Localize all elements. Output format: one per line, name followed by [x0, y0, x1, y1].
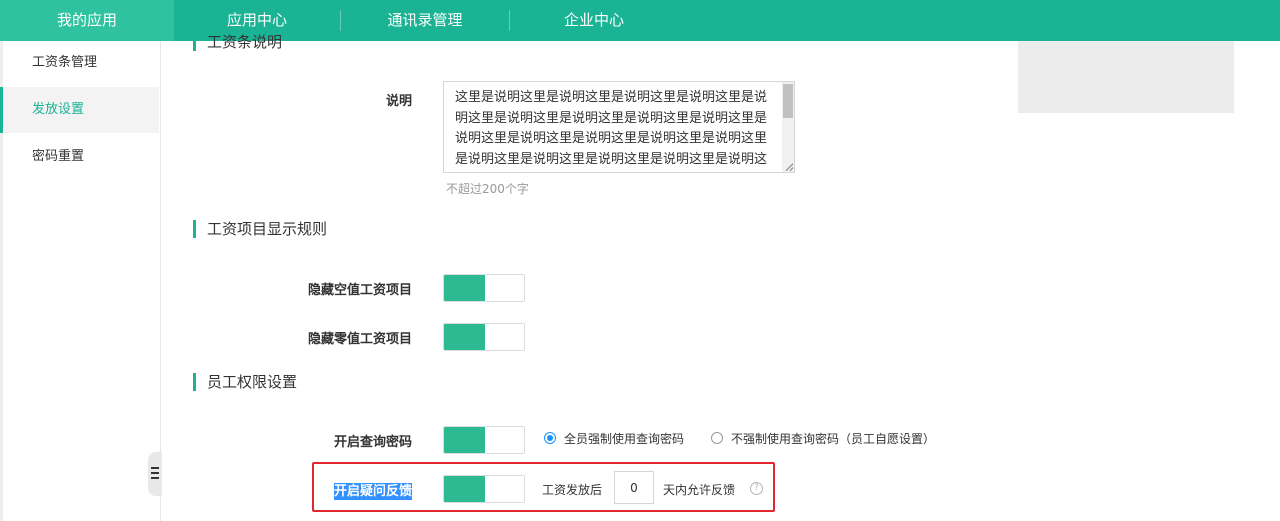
- top-nav: 我的应用 应用中心 通讯录管理 企业中心: [0, 0, 1280, 41]
- menu-icon: [151, 472, 159, 474]
- section-title-item-display-rules: 工资项目显示规则: [193, 220, 327, 238]
- sidebar-item-payslip-management[interactable]: 工资条管理: [0, 40, 159, 86]
- description-label: 说明: [385, 94, 412, 109]
- radio-optional-label: 不强制使用查询密码（员工自愿设置）: [731, 432, 936, 446]
- feedback-toggle[interactable]: [443, 475, 525, 503]
- menu-icon: [151, 477, 159, 479]
- sidebar-collapse-handle[interactable]: [148, 452, 162, 496]
- hide-zero-toggle[interactable]: [443, 323, 525, 351]
- description-hint: 不超过200个字: [446, 182, 529, 196]
- feedback-prefix-text: 工资发放后: [542, 483, 603, 497]
- toggle-on-indicator: [444, 427, 485, 453]
- menu-icon: [151, 467, 159, 469]
- radio-checked-icon[interactable]: [544, 432, 556, 444]
- description-textarea[interactable]: 这里是说明这里是说明这里是说明这里是说明这里是说明这里是说明这里是说明这里是说明…: [443, 81, 795, 173]
- hide-empty-toggle[interactable]: [443, 274, 525, 302]
- radio-force-label: 全员强制使用查询密码: [564, 432, 685, 446]
- feedback-suffix-text: 天内允许反馈: [663, 483, 736, 497]
- toggle-on-indicator: [444, 476, 485, 502]
- sidebar-item-password-reset[interactable]: 密码重置: [0, 134, 159, 180]
- description-text: 这里是说明这里是说明这里是说明这里是说明这里是说明这里是说明这里是说明这里是说明…: [455, 90, 768, 167]
- feedback-label-text: 开启疑问反馈: [333, 483, 412, 500]
- nav-tab-enterprise[interactable]: 企业中心: [510, 0, 678, 41]
- radio-unchecked-icon[interactable]: [711, 432, 723, 444]
- toggle-on-indicator: [444, 324, 485, 350]
- preview-placeholder: [1018, 41, 1234, 113]
- resize-handle-icon[interactable]: [785, 163, 793, 171]
- nav-tab-contacts[interactable]: 通讯录管理: [341, 0, 509, 41]
- hide-zero-label: 隐藏零值工资项目: [307, 332, 412, 347]
- query-password-label: 开启查询密码: [333, 435, 412, 450]
- scroll-thumb[interactable]: [783, 84, 793, 118]
- section-title-employee-permissions: 员工权限设置: [193, 373, 297, 391]
- hide-empty-label: 隐藏空值工资项目: [307, 283, 412, 298]
- query-password-toggle[interactable]: [443, 426, 525, 454]
- help-question-icon[interactable]: ?: [750, 482, 763, 495]
- feedback-days-input[interactable]: [614, 471, 654, 504]
- section-title-payslip-description: 工资条说明: [193, 33, 282, 51]
- nav-tab-my-apps[interactable]: 我的应用: [0, 0, 174, 41]
- toggle-on-indicator: [444, 275, 485, 301]
- sidebar-item-distribution-settings[interactable]: 发放设置: [0, 87, 159, 133]
- textarea-scrollbar[interactable]: [782, 82, 794, 172]
- feedback-label: 开启疑问反馈: [252, 480, 412, 500]
